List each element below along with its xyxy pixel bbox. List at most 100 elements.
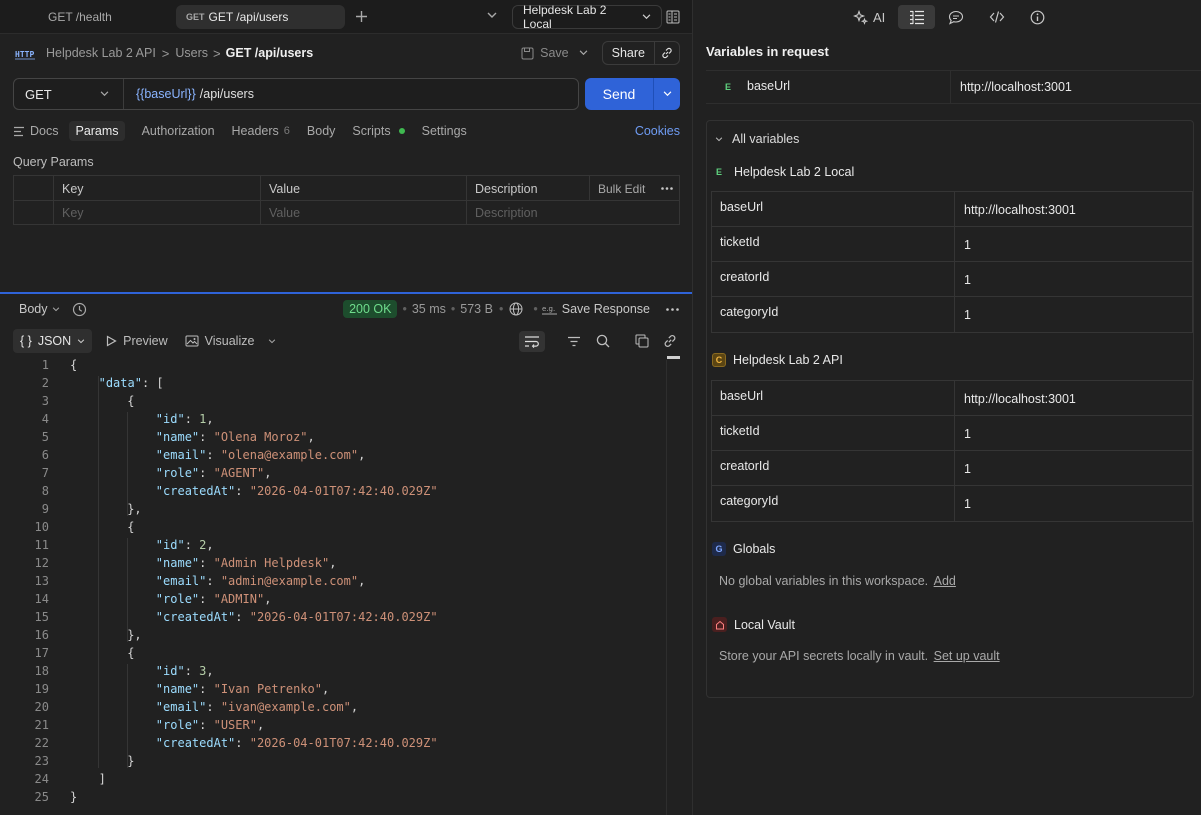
variable-key: E baseUrl	[706, 71, 951, 103]
docs-icon	[13, 126, 25, 137]
variable-value[interactable]: 1	[955, 451, 971, 485]
setup-vault-link[interactable]: Set up vault	[934, 649, 1000, 663]
wrap-icon[interactable]	[519, 330, 545, 352]
tab-params[interactable]: Params	[69, 121, 125, 141]
line-number: 1	[41, 358, 49, 372]
code-line: 24]	[0, 770, 106, 788]
chevron-down-icon[interactable]	[487, 12, 497, 19]
panel-title: Variables in request	[706, 44, 829, 59]
variable-value[interactable]: 1	[955, 486, 971, 521]
url-variable[interactable]: {{baseUrl}}	[136, 87, 196, 101]
variable-value[interactable]: http://localhost:3001	[955, 192, 1076, 226]
json-string: "olena@example.com"	[220, 448, 359, 462]
json-string: "Olena Moroz"	[213, 430, 308, 444]
url-input[interactable]: {{baseUrl}} /api/users	[124, 79, 254, 109]
line-number: 9	[41, 502, 49, 516]
line-number: 2	[41, 376, 49, 390]
variables-icon[interactable]	[898, 5, 935, 29]
code-line: 6 "email": "olena@example.com",	[0, 446, 366, 464]
more-options-icon[interactable]	[661, 187, 673, 190]
tab-label: GET /health	[48, 10, 112, 24]
preview-button[interactable]: Preview	[106, 334, 168, 348]
filter-icon[interactable]	[567, 336, 581, 347]
query-params-table: Key Value Description Bulk Edit Key Valu…	[13, 175, 680, 225]
json-key: "email"	[155, 574, 207, 588]
code-scrollbar[interactable]	[667, 356, 680, 359]
cookies-link[interactable]: Cookies	[635, 124, 680, 138]
value-input[interactable]: Value	[261, 201, 467, 225]
tab-docs[interactable]: Docs	[13, 124, 58, 138]
code-line: 11 "id": 2,	[0, 536, 214, 554]
tab-method: GET	[186, 12, 205, 22]
all-variables-toggle[interactable]: All variables	[715, 132, 799, 146]
code-line: 1{	[0, 356, 77, 374]
info-icon[interactable]	[1017, 10, 1057, 25]
tab-get-health[interactable]: GET /health	[38, 5, 122, 29]
chevron-down-icon[interactable]	[268, 338, 276, 344]
json-punctuation: :	[199, 682, 214, 696]
more-options-icon[interactable]	[666, 307, 679, 311]
response-toolbar: Body 200 OK • 35 ms • 573 B • • e.g. Sav…	[19, 300, 681, 318]
json-key: "name"	[155, 682, 200, 696]
variable-key: creatorId	[712, 451, 955, 485]
dot-separator: •	[450, 302, 456, 316]
globe-icon[interactable]	[509, 302, 523, 316]
send-options-button[interactable]	[654, 78, 680, 110]
tab-body[interactable]: Body	[307, 124, 336, 138]
comment-icon[interactable]	[935, 10, 977, 25]
table-row: Key Value Description	[14, 201, 679, 225]
response-body-selector[interactable]: Body	[19, 302, 60, 316]
breadcrumb-folder[interactable]: Users	[175, 46, 208, 60]
share-button[interactable]: Share	[601, 41, 680, 65]
history-icon[interactable]	[72, 302, 87, 317]
code-line: 5 "name": "Olena Moroz",	[0, 428, 315, 446]
ai-button[interactable]: AI	[853, 9, 898, 25]
tab-headers[interactable]: Headers 6	[232, 124, 290, 138]
add-global-link[interactable]: Add	[934, 574, 956, 588]
variable-value[interactable]: 1	[955, 297, 971, 332]
copy-icon[interactable]	[635, 334, 649, 348]
json-punctuation: {	[70, 358, 78, 372]
visualize-button[interactable]: Visualize	[185, 334, 254, 348]
code-line: 9},	[0, 500, 142, 518]
code-content: "createdAt": "2026-04-01T07:42:40.029Z"	[156, 482, 438, 500]
variable-value[interactable]: http://localhost:3001	[951, 71, 1072, 103]
table-row: creatorId 1	[712, 262, 1192, 297]
sidebar-layout-icon[interactable]	[666, 10, 680, 24]
json-string: "2026-04-01T07:42:40.029Z"	[249, 484, 438, 498]
environment-selector[interactable]: Helpdesk Lab 2 Local	[512, 3, 662, 31]
tab-authorization[interactable]: Authorization	[142, 124, 215, 138]
link-icon[interactable]	[663, 334, 677, 348]
chevron-down-icon[interactable]	[579, 50, 588, 56]
json-key: "role"	[155, 718, 200, 732]
variable-value[interactable]: http://localhost:3001	[955, 381, 1076, 415]
variable-value[interactable]: 1	[955, 227, 971, 261]
link-icon[interactable]	[654, 42, 679, 64]
code-line: 10 {	[0, 518, 135, 536]
breadcrumb-collection[interactable]: Helpdesk Lab 2 API	[46, 46, 156, 60]
response-divider[interactable]	[0, 292, 692, 294]
environment-name: Helpdesk Lab 2 Local	[523, 3, 607, 31]
bulk-edit-button[interactable]: Bulk Edit	[590, 176, 656, 201]
code-content: "id": 2,	[156, 536, 214, 554]
format-selector[interactable]: { } JSON	[13, 329, 93, 353]
code-line: 4 "id": 1,	[0, 410, 214, 428]
description-input[interactable]: Description	[467, 201, 681, 225]
tab-scripts[interactable]: Scripts	[352, 124, 405, 138]
plus-icon[interactable]	[355, 10, 368, 23]
variable-value[interactable]: 1	[955, 262, 971, 296]
search-icon[interactable]	[596, 334, 610, 348]
code-icon[interactable]	[977, 10, 1017, 24]
tab-get-users[interactable]: GET GET /api/users	[176, 5, 345, 29]
request-tabs: Docs Params Authorization Headers 6 Body…	[13, 120, 683, 142]
save-response-button[interactable]: e.g. Save Response	[541, 302, 650, 316]
method-selector[interactable]: GET	[14, 79, 124, 109]
tab-settings[interactable]: Settings	[422, 124, 467, 138]
response-json-viewer[interactable]: 1{2 "data": [3{4 "id": 1, 5 "name": "Olena M…	[0, 356, 680, 815]
json-punctuation: {	[127, 394, 135, 408]
save-button[interactable]: Save	[521, 46, 569, 60]
tab-label: Body	[306, 124, 336, 138]
key-input[interactable]: Key	[54, 201, 261, 225]
variable-value[interactable]: 1	[955, 416, 971, 450]
send-button[interactable]: Send	[585, 78, 654, 110]
